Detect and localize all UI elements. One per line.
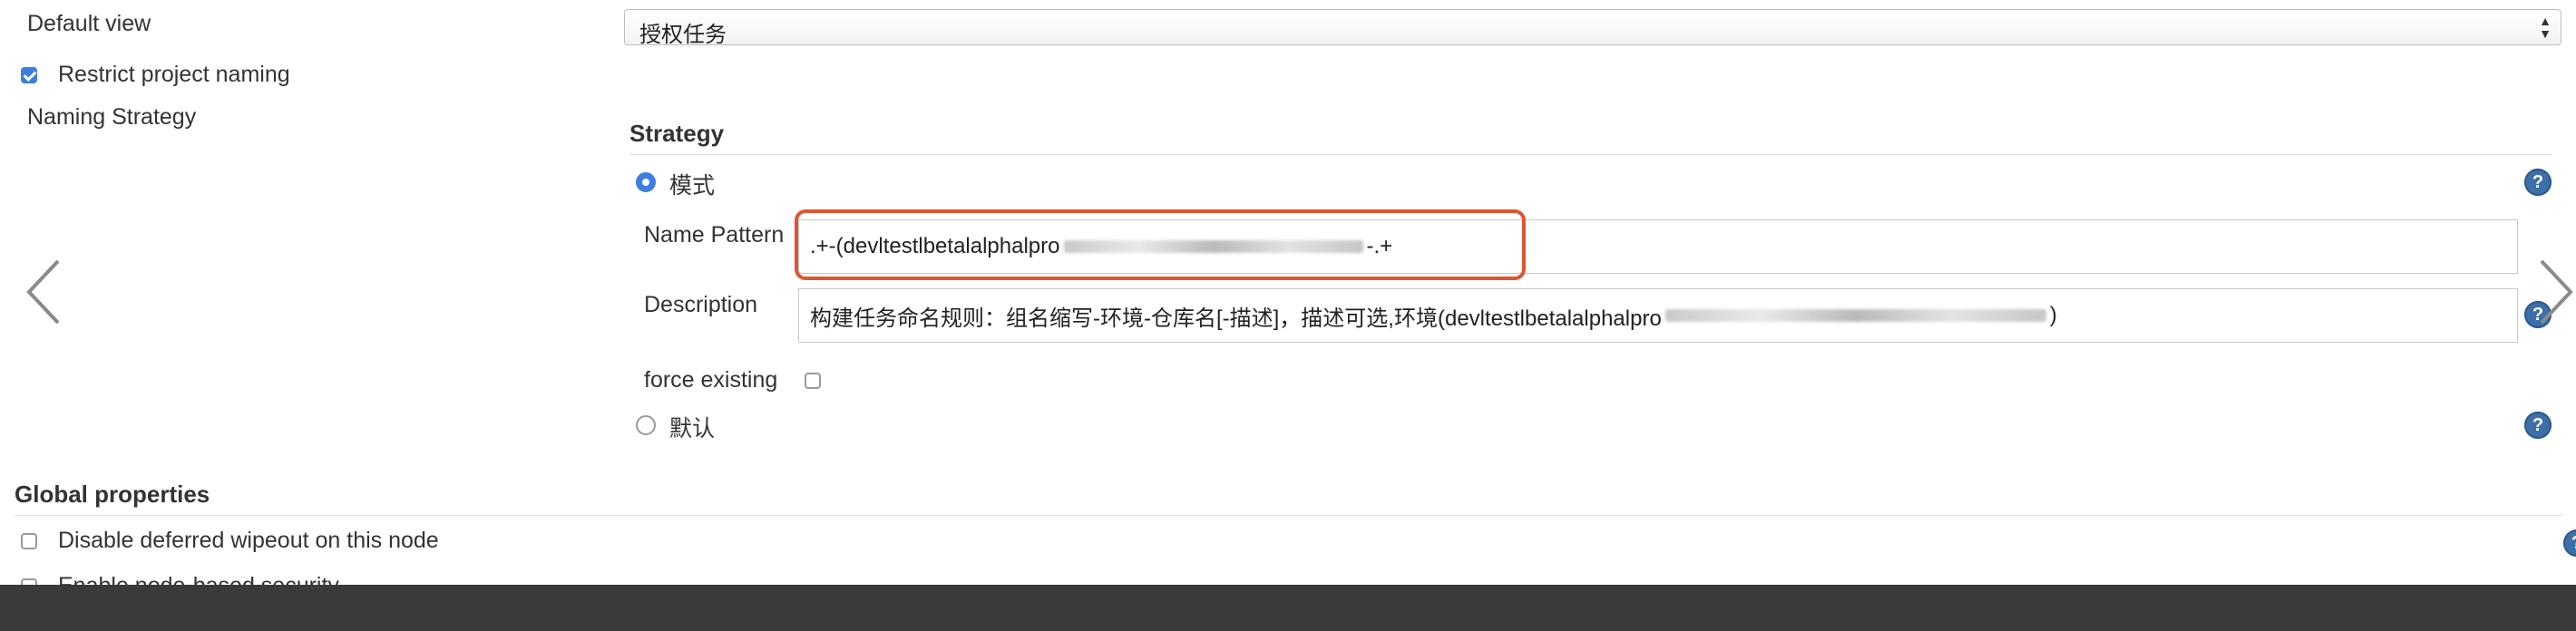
default-view-select[interactable]: 授权任务 ▲ ▼	[624, 9, 2561, 47]
bottom-bar	[0, 585, 2576, 631]
restrict-naming-checkbox[interactable]	[21, 67, 37, 83]
help-icon[interactable]: ?	[2524, 169, 2552, 196]
chevron-left-icon[interactable]	[22, 256, 67, 328]
default-view-selected: 授权任务	[639, 23, 727, 47]
naming-strategy-label: Naming Strategy	[27, 104, 197, 130]
redacted-text	[1664, 309, 2046, 322]
description-value-start: 构建任务命名规则：组名缩写-环境-仓库名[-描述]，描述可选,环境(devlte…	[810, 306, 1662, 331]
global-properties-title: Global properties	[15, 481, 210, 508]
name-pattern-highlight	[795, 209, 1526, 280]
select-arrows-icon: ▲ ▼	[2539, 14, 2552, 41]
restrict-naming-label: Restrict project naming	[58, 62, 290, 87]
pattern-radio[interactable]	[636, 172, 656, 192]
disable-wipeout-checkbox[interactable]	[21, 533, 37, 549]
pattern-option-label: 模式	[669, 173, 716, 199]
name-pattern-label: Name Pattern	[644, 222, 785, 248]
default-option-label: 默认	[669, 416, 716, 442]
strategy-section-title: Strategy	[629, 120, 725, 147]
strategy-divider	[629, 154, 2552, 155]
chevron-right-icon[interactable]	[2536, 256, 2576, 328]
force-existing-checkbox[interactable]	[805, 373, 821, 389]
help-icon[interactable]: ?	[2563, 529, 2576, 557]
default-view-label: Default view	[27, 11, 151, 36]
description-input[interactable]: 构建任务命名规则：组名缩写-环境-仓库名[-描述]，描述可选,环境(devlte…	[798, 288, 2518, 343]
description-label: Description	[644, 292, 758, 317]
default-radio[interactable]	[636, 415, 656, 435]
description-value-end: )	[2049, 303, 2057, 327]
global-properties-divider	[15, 515, 2563, 516]
help-icon[interactable]: ?	[2524, 412, 2552, 439]
disable-wipeout-label: Disable deferred wipeout on this node	[58, 528, 439, 553]
force-existing-label: force existing	[644, 367, 778, 393]
